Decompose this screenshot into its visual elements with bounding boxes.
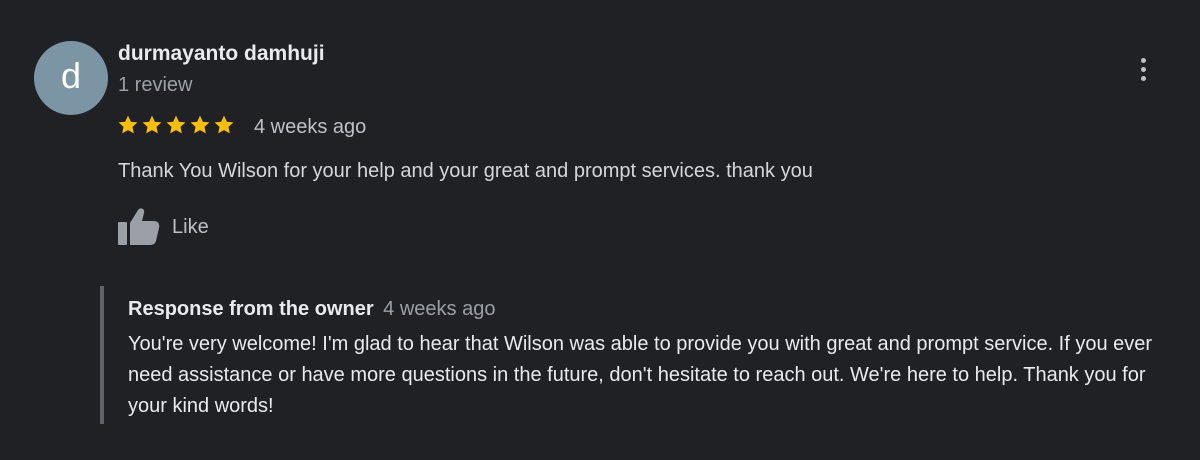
author-review-count: 1 review [118, 74, 193, 96]
avatar[interactable]: d [34, 41, 108, 115]
star-icon [142, 115, 162, 134]
star-icon [118, 115, 138, 134]
owner-response-time: 4 weeks ago [383, 298, 496, 320]
star-icon [214, 115, 234, 134]
review-text: Thank You Wilson for your help and your … [118, 160, 813, 182]
avatar-initial: d [60, 55, 82, 96]
owner-response-header: Response from the owner 4 weeks ago [128, 298, 495, 321]
owner-response-label: Response from the owner [128, 298, 374, 320]
more-vert-icon [1140, 66, 1146, 72]
owner-response-text: You're very welcome! I'm glad to hear th… [128, 333, 1153, 417]
more-vert-icon [1140, 75, 1146, 81]
author-name[interactable]: durmayanto damhuji [118, 42, 325, 66]
more-vert-icon [1140, 57, 1146, 63]
like-button[interactable]: Like [118, 208, 209, 246]
owner-response: Response from the owner 4 weeks ago You'… [100, 286, 1184, 424]
star-icon [166, 115, 186, 134]
like-label: Like [172, 215, 209, 238]
thumbs-up-icon [118, 208, 160, 245]
star-icon [190, 115, 210, 134]
review-time: 4 weeks ago [254, 116, 367, 138]
more-options-button[interactable] [1130, 54, 1156, 84]
star-rating [117, 114, 235, 140]
